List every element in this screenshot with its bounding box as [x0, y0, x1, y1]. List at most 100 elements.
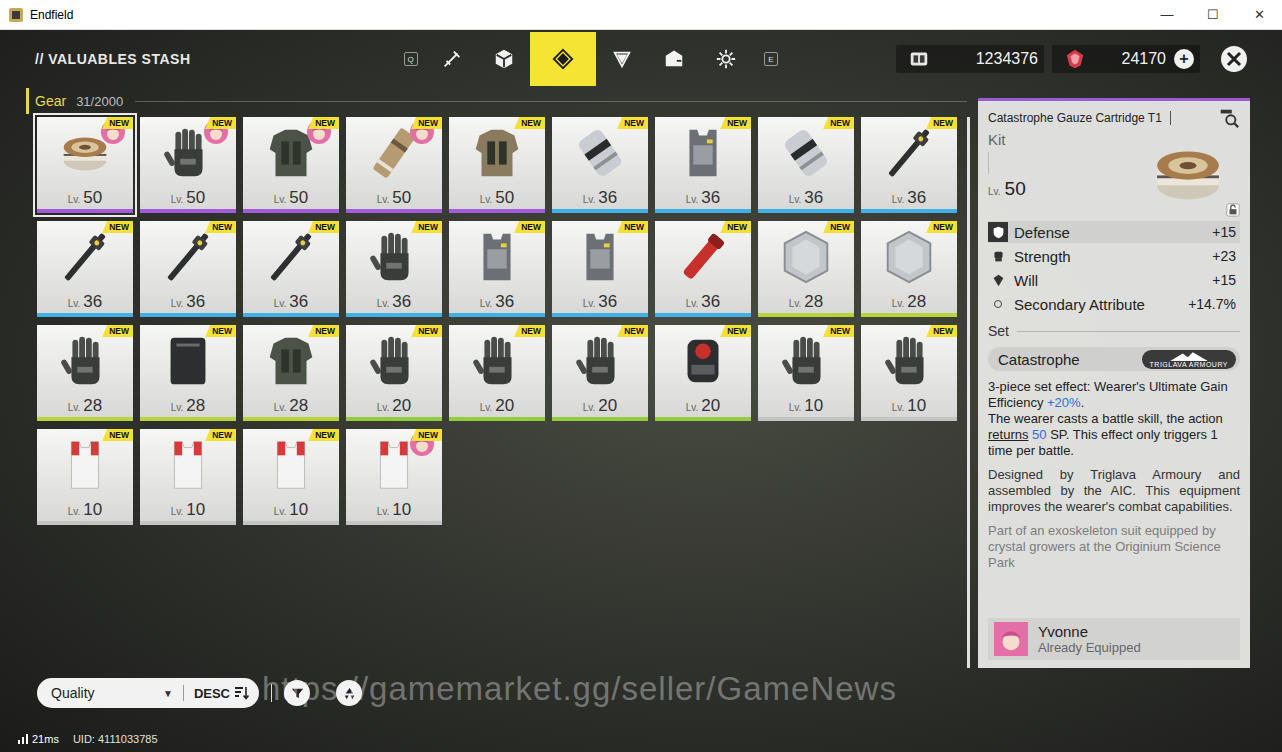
- item-tile[interactable]: Lv.36 NEW: [140, 221, 236, 317]
- item-tile[interactable]: Lv.28NEW: [758, 221, 854, 317]
- sort-control[interactable]: Quality▼DESC: [37, 678, 259, 708]
- equipped-by[interactable]: YvonneAlready Equipped: [988, 618, 1240, 660]
- flavor-text: Part of an exoskeleton suit equipped by …: [988, 523, 1240, 571]
- stat-label: Will: [1014, 272, 1038, 289]
- window-control-button[interactable]: —: [1144, 0, 1190, 29]
- item-tile[interactable]: Lv.36NEW: [243, 221, 339, 317]
- sort-icon: [233, 685, 249, 701]
- item-level: Lv.50: [346, 188, 442, 209]
- recycle-icon: [342, 686, 357, 701]
- stat-value: +23: [1212, 248, 1236, 264]
- item-level: Lv.50: [243, 188, 339, 209]
- item-level: Lv.10: [37, 500, 133, 521]
- item-tile[interactable]: Lv.36NEW: [655, 117, 751, 213]
- shield-icon: [992, 226, 1005, 239]
- new-badge: NEW: [308, 429, 339, 441]
- item-level: Lv.10: [243, 500, 339, 521]
- window-control-button[interactable]: ☐: [1190, 0, 1236, 29]
- item-tile[interactable]: Lv.36NEW: [552, 117, 648, 213]
- item-tile[interactable]: Lv.36NEW: [449, 221, 545, 317]
- recycle-button[interactable]: [336, 680, 362, 706]
- item-tile[interactable]: Lv.28NEW: [37, 325, 133, 421]
- item-tile[interactable]: Lv.10NEW: [346, 429, 442, 525]
- new-badge: NEW: [205, 221, 236, 233]
- close-button[interactable]: [1220, 45, 1248, 73]
- item-tile[interactable]: Lv.20NEW: [449, 325, 545, 421]
- item-tile[interactable]: Lv.20NEW: [552, 325, 648, 421]
- item-tile[interactable]: Lv.50NEW: [37, 117, 133, 213]
- cog-icon: [715, 48, 737, 70]
- item-tile[interactable]: Lv.36NEW: [346, 221, 442, 317]
- category-tab[interactable]: [478, 32, 530, 86]
- new-badge: NEW: [823, 117, 854, 129]
- card-currency-icon: [908, 48, 930, 70]
- item-tile[interactable]: Lv.36 NEW: [861, 117, 957, 213]
- item-tile[interactable]: Lv.28NEW: [140, 325, 236, 421]
- item-level: Lv.36: [552, 292, 648, 313]
- new-badge: NEW: [411, 117, 442, 129]
- stat-label: Secondary Attribute: [1014, 296, 1145, 313]
- item-tile[interactable]: Lv.50 NEW: [346, 117, 442, 213]
- item-level: Lv.36: [243, 292, 339, 313]
- vest-icon: [466, 226, 528, 288]
- sort-field[interactable]: Quality: [51, 685, 95, 701]
- item-tile[interactable]: Lv.36NEW: [552, 221, 648, 317]
- item-tile[interactable]: Lv.50NEW: [140, 117, 236, 213]
- item-tile[interactable]: Lv.10NEW: [37, 429, 133, 525]
- item-tile[interactable]: Lv.28NEW: [861, 221, 957, 317]
- item-tile[interactable]: Lv.28NEW: [243, 325, 339, 421]
- tool-icon: [54, 226, 116, 288]
- item-tile[interactable]: Lv.50NEW: [243, 117, 339, 213]
- item-level: Lv.36: [861, 188, 957, 209]
- close-icon: [1220, 45, 1248, 73]
- new-badge: NEW: [102, 221, 133, 233]
- item-tile[interactable]: Lv.10 NEW: [243, 429, 339, 525]
- item-type: Kit: [988, 131, 1006, 148]
- item-level: Lv.10: [861, 396, 957, 417]
- new-badge: NEW: [720, 117, 751, 129]
- currency-bar: 123437624170+: [896, 45, 1248, 73]
- key-hint: E: [752, 32, 790, 86]
- item-tile[interactable]: Lv.20NEW: [655, 325, 751, 421]
- item-tile[interactable]: Lv.36NEW: [655, 221, 751, 317]
- category-tab[interactable]: [596, 32, 648, 86]
- title-bar: Endfield—☐✕: [0, 0, 1282, 30]
- add-currency-button[interactable]: +: [1174, 49, 1194, 69]
- category-tab[interactable]: [648, 32, 700, 86]
- new-badge: NEW: [720, 221, 751, 233]
- kit-icon: [1143, 129, 1233, 219]
- grid-scrollbar[interactable]: [967, 117, 970, 668]
- item-level: Lv.50: [988, 178, 1026, 200]
- canister-icon: [775, 122, 837, 184]
- gear-icon: [552, 48, 574, 70]
- item-tile[interactable]: Lv.50NEW: [449, 117, 545, 213]
- sort-order[interactable]: DESC: [194, 686, 230, 701]
- vest-icon: [569, 226, 631, 288]
- character-avatar-icon: [994, 622, 1028, 656]
- signal-icon: [18, 734, 28, 744]
- item-tile[interactable]: Lv.36NEW: [758, 117, 854, 213]
- secondary-stat-row: Secondary Attribute +14.7%: [988, 293, 1240, 315]
- item-tile[interactable]: Lv.10NEW: [861, 325, 957, 421]
- lock-icon[interactable]: [1226, 203, 1240, 217]
- item-tile[interactable]: Lv.20NEW: [346, 325, 442, 421]
- inspect-icon[interactable]: [1218, 107, 1240, 129]
- category-tab[interactable]: [700, 32, 752, 86]
- currency-amount: 24170: [1112, 50, 1167, 68]
- item-tile[interactable]: Lv.10NEW: [140, 429, 236, 525]
- new-badge: NEW: [926, 117, 957, 129]
- category-tab[interactable]: [426, 32, 478, 86]
- new-badge: NEW: [411, 429, 442, 441]
- category-tab[interactable]: [530, 32, 596, 86]
- item-tile[interactable]: Lv.10NEW: [758, 325, 854, 421]
- item-level: Lv.28: [861, 292, 957, 313]
- tab-bar: QE: [395, 32, 790, 86]
- cube-icon: [493, 48, 515, 70]
- item-level: Lv.28: [140, 396, 236, 417]
- filter-button[interactable]: [284, 680, 310, 706]
- new-badge: NEW: [823, 325, 854, 337]
- stat-value: +14.7%: [1188, 296, 1236, 312]
- item-tile[interactable]: Lv.36NEW: [37, 221, 133, 317]
- item-level: Lv.36: [140, 292, 236, 313]
- window-control-button[interactable]: ✕: [1236, 0, 1282, 29]
